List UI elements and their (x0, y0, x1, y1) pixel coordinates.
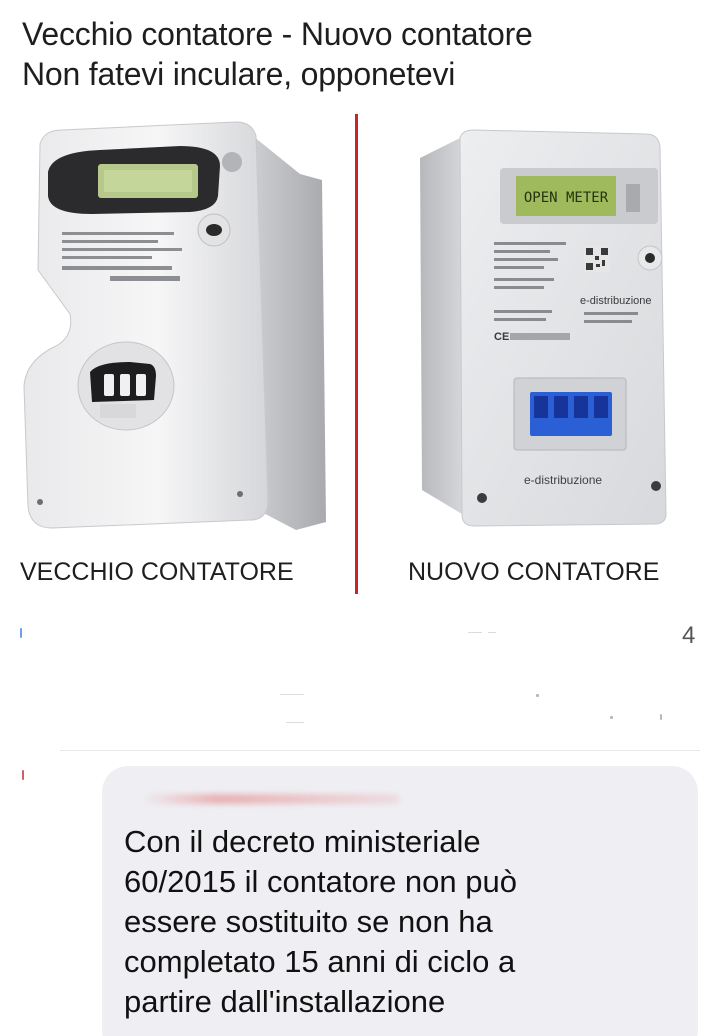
comment-line: essere sostituito se non ha (124, 904, 493, 939)
old-meter-drawing (23, 121, 326, 530)
ghost-mark (468, 632, 482, 633)
new-meter-brand-bottom: e-distribuzione (524, 473, 602, 487)
new-meter-drawing: OPEN METER e-distribuzione CE e-distribu… (420, 129, 667, 527)
comment-line: partire dall'installazione (124, 984, 446, 1019)
post-header: Vecchio contatore - Nuovo contatore Non … (22, 14, 702, 94)
comment-line: 60/2015 il contatore non può (124, 864, 517, 899)
ghost-mark (280, 694, 304, 695)
separator-line (60, 750, 700, 751)
qr-code-icon (584, 246, 610, 272)
new-meter-brand-label: e-distribuzione (580, 295, 652, 307)
new-meter-caption: NUOVO CONTATORE (408, 558, 660, 586)
ghost-mark (286, 722, 304, 723)
ghost-mark (20, 628, 22, 638)
redacted-author-name (140, 794, 400, 804)
reaction-count[interactable]: 4 (682, 622, 695, 650)
lcd-display-text: OPEN METER (524, 190, 609, 206)
ghost-mark (488, 632, 496, 633)
old-meter-image (0, 110, 352, 550)
ghost-mark (610, 716, 613, 719)
ghost-mark (22, 770, 24, 780)
comment-text: Con il decreto ministeriale 60/2015 il c… (124, 822, 684, 1022)
ghost-mark (536, 694, 539, 697)
comment-line: completato 15 anni di ciclo a (124, 944, 516, 979)
header-title: Vecchio contatore - Nuovo contatore (22, 16, 533, 52)
old-meter-caption: VECCHIO CONTATORE (20, 558, 294, 586)
header-subtitle: Non fatevi inculare, opponetevi (22, 56, 456, 92)
red-divider (355, 114, 358, 594)
new-meter-image: OPEN METER e-distribuzione CE e-distribu… (362, 110, 720, 550)
comment-line: Con il decreto ministeriale (124, 824, 481, 859)
ce-mark: CE (494, 331, 509, 343)
ghost-mark (660, 714, 662, 720)
